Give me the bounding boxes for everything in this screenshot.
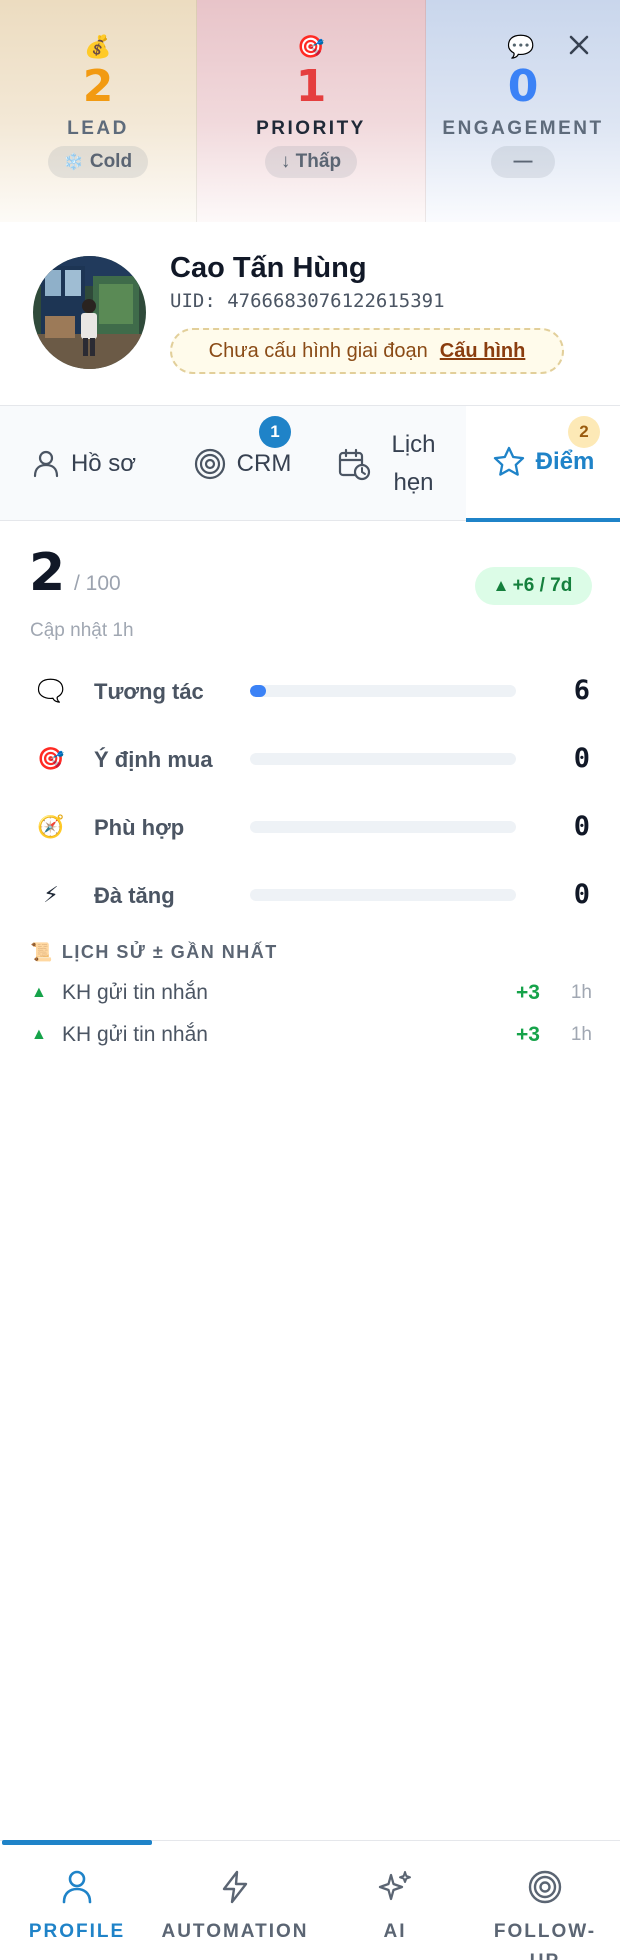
tab-profile[interactable]: Hồ sơ <box>0 406 167 522</box>
nav-profile-label: PROFILE <box>28 1921 126 1942</box>
triangle-up-icon: ▲ <box>31 1026 47 1043</box>
user-icon <box>62 1870 92 1904</box>
lead-score-value: 2 <box>82 61 114 112</box>
speech-bubble-icon: 🗨️ <box>37 678 65 703</box>
lead-stat-card: 💰 2 LEAD ❄️ Cold <box>0 0 197 222</box>
engagement-stat-card: 💬 0 ENGAGEMENT — <box>426 0 620 222</box>
history-item-text: KH gửi tin nhắn <box>62 1023 208 1046</box>
nav-profile[interactable]: PROFILE <box>2 1869 152 1947</box>
tab-profile-label: Hồ sơ <box>70 450 137 477</box>
history-item-delta: +3 <box>516 1023 540 1046</box>
tab-score-label: Điểm <box>535 448 595 475</box>
target-icon: 🎯 <box>297 34 325 59</box>
pipeline-stage-notice: Chưa cấu hình giai đoạn Cấu hình <box>170 328 564 374</box>
tab-crm[interactable]: CRM 1 <box>167 406 317 522</box>
history-item-text: KH gửi tin nhắn <box>62 981 208 1004</box>
snowflake-icon: ❄️ <box>63 154 84 171</box>
history-item: ▲ KH gửi tin nhắn +3 1h <box>0 978 620 1010</box>
score-max: / 100 <box>74 572 121 595</box>
score-row-value: 0 <box>573 879 590 910</box>
triangle-up-icon: ▲ <box>31 984 47 1001</box>
score-row-label: Đà tăng <box>94 883 175 908</box>
last-updated: Cập nhật 1h <box>30 620 134 641</box>
history-item-time: 1h <box>570 982 592 1003</box>
nav-follow-up[interactable]: FOLLOW-UP <box>470 1869 620 1960</box>
score-progress-fill <box>250 685 266 697</box>
total-score: 2 <box>29 543 66 603</box>
scroll-icon: 📜 <box>30 942 54 962</box>
nav-automation-label: AUTOMATION <box>161 1921 309 1942</box>
contact-profile: Cao Tấn Hùng UID: 4766683076122615391 Ch… <box>0 222 620 405</box>
speech-bubble-icon: 💬 <box>507 34 535 59</box>
tab-appointments[interactable]: Lịch hẹn <box>317 406 466 522</box>
priority-level-badge: ↓ Thấp <box>264 146 358 178</box>
score-row-fit: 🧭 Phù hợp 0 <box>0 807 620 847</box>
tab-crm-label: CRM <box>236 450 292 477</box>
triangle-up-icon <box>495 581 506 591</box>
target-icon: 🎯 <box>37 746 65 771</box>
nav-ai-label: AI <box>383 1921 407 1942</box>
engagement-value: 0 <box>507 61 539 112</box>
score-row-value: 0 <box>573 811 590 842</box>
lightning-icon <box>222 1870 248 1904</box>
lightning-icon: ⚡ <box>43 882 59 907</box>
history-item-delta: +3 <box>516 981 540 1004</box>
priority-value: 1 <box>295 61 327 112</box>
tab-appointments-label: Lịch hẹn <box>391 431 436 496</box>
close-button[interactable] <box>564 30 594 60</box>
score-trend-badge: +6 / 7d <box>475 567 592 605</box>
lead-label: LEAD <box>67 118 129 139</box>
configure-stage-link[interactable]: Cấu hình <box>440 340 526 363</box>
score-progress-bar <box>250 685 516 697</box>
score-row-engagement: 🗨️ Tương tác 6 <box>0 671 620 711</box>
history-title: LỊCH SỬ ± GẦN NHẤT <box>61 942 278 962</box>
sparkles-icon <box>378 1871 411 1901</box>
score-row-label: Tương tác <box>94 679 204 704</box>
score-row-value: 6 <box>573 675 590 706</box>
priority-stat-card: 🎯 1 PRIORITY ↓ Thấp <box>197 0 426 222</box>
score-row-label: Ý định mua <box>94 747 213 772</box>
history-heading: 📜 LỊCH SỬ ± GẦN NHẤT <box>30 942 278 963</box>
score-row-label: Phù hợp <box>94 815 185 840</box>
stats-header: 💰 2 LEAD ❄️ Cold 🎯 1 PRIORITY ↓ Thấp 💬 0… <box>0 0 620 222</box>
bottom-navigation: PROFILE AUTOMATION AI FOLLOW-UP <box>0 1840 620 1960</box>
engagement-status-badge: — <box>491 146 555 178</box>
tab-score[interactable]: Điểm 2 <box>466 406 620 522</box>
tab-bar: Hồ sơ CRM 1 Lịch hẹn Điểm 2 <box>0 405 620 522</box>
avatar <box>33 256 146 369</box>
score-row-momentum: ⚡ Đà tăng 0 <box>0 875 620 915</box>
money-bag-icon: 💰 <box>84 34 112 59</box>
score-progress-bar <box>250 821 516 833</box>
score-row-value: 0 <box>573 743 590 774</box>
score-count-badge: 2 <box>568 416 600 448</box>
active-nav-indicator <box>2 1840 152 1845</box>
close-icon <box>569 35 589 55</box>
score-row-intent: 🎯 Ý định mua 0 <box>0 739 620 779</box>
contact-uid: UID: 4766683076122615391 <box>170 290 445 312</box>
target-icon <box>194 448 225 480</box>
history-item-time: 1h <box>570 1024 592 1045</box>
target-icon <box>528 1870 562 1904</box>
crm-count-badge: 1 <box>259 416 291 448</box>
user-icon <box>33 450 59 478</box>
engagement-label: ENGAGEMENT <box>442 118 604 139</box>
score-trend-text: +6 / 7d <box>512 575 573 596</box>
lead-temperature-badge: ❄️ Cold <box>47 146 149 178</box>
star-icon <box>493 446 524 476</box>
calendar-clock-icon <box>338 448 370 481</box>
nav-follow-up-label: FOLLOW-UP <box>493 1921 597 1960</box>
stage-notice-text: Chưa cấu hình giai đoạn <box>208 339 428 362</box>
compass-icon: 🧭 <box>37 814 65 839</box>
score-progress-bar <box>250 889 516 901</box>
score-progress-bar <box>250 753 516 765</box>
history-item: ▲ KH gửi tin nhắn +3 1h <box>0 1020 620 1052</box>
nav-automation[interactable]: AUTOMATION <box>160 1869 310 1947</box>
contact-name: Cao Tấn Hùng <box>170 252 367 284</box>
lead-temperature-text: Cold <box>89 151 133 172</box>
nav-ai[interactable]: AI <box>320 1869 470 1947</box>
priority-label: PRIORITY <box>256 118 366 139</box>
